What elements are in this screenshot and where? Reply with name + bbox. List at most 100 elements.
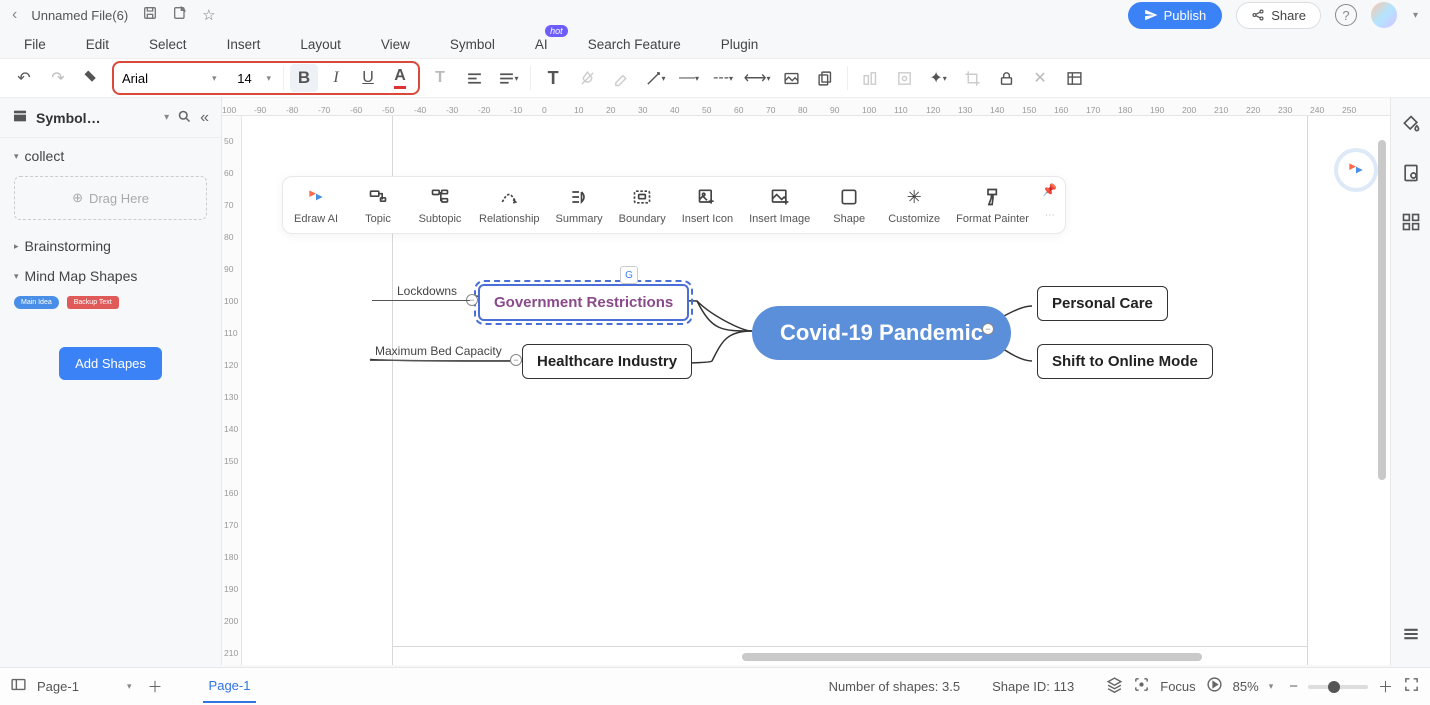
crop-icon[interactable] [958,64,986,92]
zoom-out-icon[interactable]: − [1289,678,1298,695]
share-button[interactable]: Share [1236,2,1321,29]
fullscreen-icon[interactable] [1403,676,1420,697]
add-shapes-button[interactable]: Add Shapes [59,347,162,380]
font-color-button[interactable]: A [386,64,414,92]
back-arrow[interactable]: ‹ [12,6,17,24]
summary-button[interactable]: Summary [556,185,603,225]
underline-button[interactable]: U [354,64,382,92]
menu-select[interactable]: Select [149,37,187,52]
collapse-panel-icon[interactable]: « [200,109,209,127]
menu-view[interactable]: View [381,37,410,52]
node-online-mode[interactable]: Shift to Online Mode [1037,344,1213,379]
edraw-ai-button[interactable]: Edraw AI [293,185,339,225]
ai-fab-button[interactable] [1338,152,1374,188]
export-icon[interactable] [172,5,188,25]
undo-icon[interactable]: ↶ [10,64,38,92]
save-icon[interactable] [142,5,158,25]
customize-button[interactable]: ✳ Customize [888,185,940,225]
shape-button[interactable]: Shape [826,185,872,225]
table-icon[interactable] [1060,64,1088,92]
focus-target-icon[interactable] [1133,676,1150,697]
image-rect-icon[interactable] [777,64,805,92]
library-name[interactable]: Symbol… [36,110,156,126]
bold-button[interactable]: B [290,64,318,92]
canvas[interactable]: Edraw AI Topic Subtopic Relationship Sum… [242,116,1390,665]
collapse-handle[interactable]: − [510,354,522,366]
topic-button[interactable]: Topic [355,185,401,225]
clear-format-icon[interactable]: T [426,64,454,92]
section-collect[interactable]: ▾collect [0,138,221,168]
sub-bed-capacity[interactable]: Maximum Bed Capacity [375,344,502,358]
page-select[interactable] [37,679,117,694]
text-tool-icon[interactable]: T [539,64,567,92]
play-icon[interactable] [1206,676,1223,697]
node-personal-care[interactable]: Personal Care [1037,286,1168,321]
sub-lockdowns[interactable]: Lockdowns [397,284,457,298]
avatar-caret-icon[interactable]: ▾ [1413,10,1418,21]
menu-plugin[interactable]: Plugin [721,37,759,52]
layers-copy-icon[interactable] [811,64,839,92]
add-page-icon[interactable]: ＋ [148,676,163,697]
page-caret-icon[interactable]: ▾ [127,681,132,692]
more-icon[interactable]: ⋯ [1045,210,1055,225]
zoom-slider[interactable] [1308,685,1368,689]
fill-icon[interactable] [1401,114,1421,139]
insert-image-button[interactable]: Insert Image [749,185,810,225]
panel-toggle-icon[interactable] [10,676,27,697]
zoom-value[interactable]: 85% [1233,679,1259,694]
redo-icon[interactable]: ↷ [44,64,72,92]
insert-icon-button[interactable]: Insert Icon [682,185,733,225]
node-center[interactable]: Covid-19 Pandemic [752,306,1011,360]
pin-icon[interactable]: 📌 [1042,183,1057,197]
node-gov-restrictions[interactable]: Government Restrictions [478,284,689,321]
drag-here-zone[interactable]: ⊕ Drag Here [14,176,207,220]
align-vert-icon[interactable]: ▾ [494,64,522,92]
page-settings-icon[interactable] [1401,163,1421,188]
font-caret-icon[interactable]: ▾ [212,73,217,84]
shape-chip-backup[interactable]: Backup Text [67,296,119,309]
arrow-style-icon[interactable]: ⟷ ▾ [743,64,771,92]
connector-icon[interactable]: ▾ [641,64,669,92]
section-mindmap-shapes[interactable]: ▾Mind Map Shapes [0,258,221,288]
library-icon[interactable] [12,108,28,128]
collapse-handle[interactable]: − [982,323,994,335]
subtopic-button[interactable]: Subtopic [417,185,463,225]
publish-button[interactable]: Publish [1128,2,1223,29]
list-toggle-icon[interactable] [1401,624,1421,649]
lock-icon[interactable] [992,64,1020,92]
section-brainstorming[interactable]: ▸Brainstorming [0,228,221,258]
tools-icon[interactable]: ✕ [1026,64,1054,92]
layers-icon[interactable] [1106,676,1123,697]
italic-button[interactable]: I [322,64,350,92]
shape-chip-main[interactable]: Main Idea [14,296,59,309]
library-caret-icon[interactable]: ▾ [164,112,169,123]
align-objects-icon[interactable] [856,64,884,92]
format-painter-button[interactable]: Format Painter [956,185,1029,225]
translate-icon[interactable]: G [620,266,638,284]
font-family-select[interactable] [118,69,208,88]
size-caret-icon[interactable]: ▾ [267,73,272,84]
vertical-scrollbar[interactable] [1378,130,1388,653]
menu-layout[interactable]: Layout [300,37,341,52]
relationship-button[interactable]: Relationship [479,185,540,225]
menu-search-feature[interactable]: Search Feature [588,37,681,52]
help-icon[interactable]: ? [1335,4,1357,26]
menu-ai[interactable]: AI hot [535,37,548,52]
avatar[interactable] [1371,2,1397,28]
search-icon[interactable] [177,109,192,127]
focus-label[interactable]: Focus [1160,679,1195,694]
distribute-icon[interactable] [890,64,918,92]
align-left-icon[interactable] [460,64,488,92]
highlight-icon[interactable] [607,64,635,92]
format-brush-icon[interactable] [78,64,106,92]
horizontal-scrollbar[interactable] [242,653,1390,663]
zoom-in-icon[interactable]: ＋ [1378,676,1393,697]
node-healthcare[interactable]: Healthcare Industry [522,344,692,379]
star-icon[interactable]: ☆ [202,6,215,24]
grid-apps-icon[interactable] [1401,212,1421,237]
sparkle-icon[interactable]: ✦▾ [924,64,952,92]
zoom-caret-icon[interactable]: ▾ [1269,681,1274,692]
dash-style-icon[interactable]: --- ▾ [709,64,737,92]
menu-edit[interactable]: Edit [86,37,109,52]
menu-file[interactable]: File [24,37,46,52]
